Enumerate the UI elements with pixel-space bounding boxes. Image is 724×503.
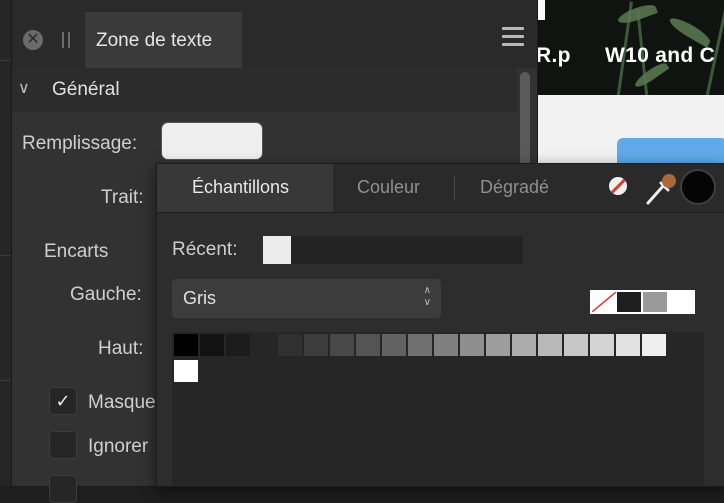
grey-swatch[interactable] (356, 334, 380, 356)
popover-tab-bar: Échantillons Couleur Dégradé (157, 164, 724, 213)
grey-swatch[interactable] (434, 334, 458, 356)
panel-header: ✕ Zone de texte (12, 0, 537, 68)
stroke-label: Trait: (101, 187, 144, 208)
recent-color-swatch[interactable] (263, 236, 291, 264)
top-inset-label: Haut: (98, 338, 144, 359)
background-folder (617, 138, 724, 165)
grey-swatch[interactable] (382, 334, 406, 356)
grey-swatch[interactable] (174, 334, 198, 356)
grey-swatch[interactable] (538, 334, 562, 356)
tab-label: Échantillons (192, 177, 290, 197)
panel-title: Zone de texte (96, 30, 213, 51)
close-icon[interactable]: ✕ (23, 30, 43, 50)
palette-select[interactable]: Gris ∧ ∨ (172, 279, 441, 318)
color-popover: Échantillons Couleur Dégradé Récent: Gri… (157, 164, 724, 486)
ignore-checkbox-label: Ignorer (88, 436, 149, 457)
tab-label: Couleur (357, 177, 421, 197)
background-title-fragment: W10 and C (605, 44, 716, 67)
background-panel-edge (0, 0, 12, 486)
scrollbar-thumb[interactable] (520, 72, 530, 168)
fill-label: Remplissage: (22, 133, 138, 154)
mask-checkbox-label: Masque (88, 392, 156, 413)
grey-swatch[interactable] (226, 334, 250, 356)
grey-swatch[interactable] (174, 360, 198, 382)
insets-label: Encarts (44, 241, 109, 262)
tab-color[interactable]: Couleur (333, 164, 453, 212)
tab-gradient[interactable]: Dégradé (455, 164, 585, 212)
grey-swatch[interactable] (330, 334, 354, 356)
current-color-swatch[interactable] (682, 171, 714, 203)
grey-swatch[interactable] (304, 334, 328, 356)
section-label: Général (52, 79, 120, 100)
grey-swatch[interactable] (278, 334, 302, 356)
mask-checkbox[interactable]: ✓ (49, 387, 77, 415)
no-color-icon[interactable] (609, 177, 627, 195)
grey-swatch[interactable] (590, 334, 614, 356)
ignore-checkbox[interactable] (49, 431, 77, 459)
fill-color-swatch[interactable] (162, 123, 262, 159)
chevron-down-icon: ∨ (18, 80, 30, 97)
grey-swatch[interactable] (200, 334, 224, 356)
checkbox[interactable] (49, 475, 77, 503)
quick-swatch[interactable] (617, 292, 641, 312)
tab-swatches[interactable]: Échantillons (157, 164, 333, 212)
drag-grip-icon[interactable] (62, 32, 70, 48)
grey-swatch[interactable] (616, 334, 640, 356)
grey-swatch[interactable] (564, 334, 588, 356)
quick-swatch[interactable] (669, 292, 693, 312)
section-general[interactable]: ∨ Général (12, 68, 517, 112)
chevron-up-down-icon: ∧ ∨ (423, 285, 431, 308)
recent-label: Récent: (172, 239, 238, 260)
quick-swatches (590, 290, 695, 314)
grey-swatch[interactable] (408, 334, 432, 356)
grey-swatch[interactable] (642, 334, 666, 356)
grey-swatch[interactable] (460, 334, 484, 356)
palette-select-value: Gris (183, 288, 216, 308)
none-swatch-icon[interactable] (592, 292, 616, 312)
quick-swatch[interactable] (643, 292, 667, 312)
tab-text-frame[interactable]: Zone de texte (85, 12, 242, 68)
hamburger-menu-icon[interactable] (502, 27, 524, 47)
left-inset-label: Gauche: (70, 284, 142, 305)
recent-colors-well (263, 236, 523, 264)
grey-swatch[interactable] (486, 334, 510, 356)
grey-swatch[interactable] (512, 334, 536, 356)
grey-swatch-grid (172, 332, 704, 486)
tab-label: Dégradé (480, 177, 550, 197)
background-title-fragment: R.p (536, 44, 571, 67)
color-picker-icon[interactable] (644, 171, 678, 207)
grey-swatch[interactable] (252, 334, 276, 356)
